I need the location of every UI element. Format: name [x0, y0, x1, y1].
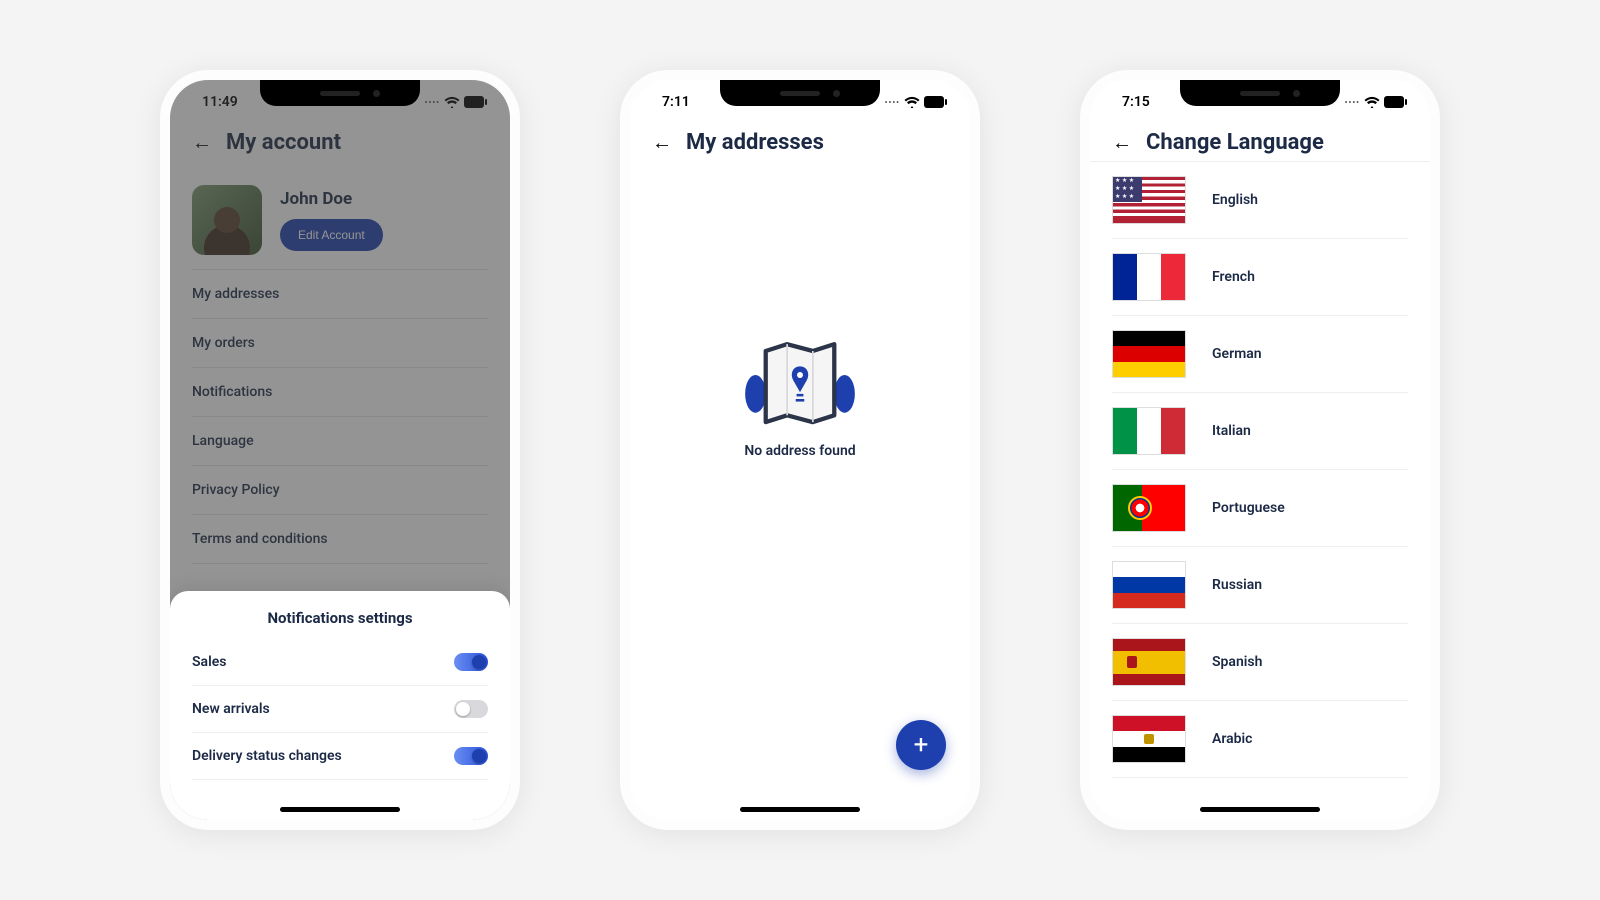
toggle-switch[interactable]: [454, 747, 488, 765]
language-item[interactable]: Russian: [1112, 547, 1408, 624]
language-label: English: [1212, 192, 1258, 208]
ru-flag-icon: [1112, 561, 1186, 609]
status-icons: ••••: [885, 96, 948, 108]
status-time: 7:15: [1122, 94, 1150, 110]
language-label: Portuguese: [1212, 500, 1285, 516]
empty-state: No address found: [630, 165, 970, 625]
toggle-label: Delivery status changes: [192, 748, 342, 764]
battery-icon: [924, 96, 948, 108]
language-label: French: [1212, 269, 1255, 285]
toggle-row: Sales: [192, 639, 488, 686]
page-title: My addresses: [686, 130, 824, 155]
us-flag-icon: [1112, 176, 1186, 224]
language-item[interactable]: Portuguese: [1112, 470, 1408, 547]
back-icon[interactable]: ←: [652, 130, 672, 155]
back-icon[interactable]: ←: [1112, 130, 1132, 155]
page-header: ← My addresses: [630, 114, 970, 165]
notch: [260, 80, 420, 106]
de-flag-icon: [1112, 330, 1186, 378]
language-list: English French German Italian Portuguese Russ…: [1090, 161, 1430, 778]
signal-icon: ••••: [1345, 98, 1360, 107]
home-indicator[interactable]: [280, 807, 400, 812]
fr-flag-icon: [1112, 253, 1186, 301]
language-label: Arabic: [1212, 731, 1252, 747]
sheet-title: Notifications settings: [192, 609, 488, 627]
notifications-sheet: Notifications settings Sales New arrivals…: [170, 591, 510, 820]
toggle-row: New arrivals: [192, 686, 488, 733]
add-address-button[interactable]: +: [896, 720, 946, 770]
language-label: Spanish: [1212, 654, 1262, 670]
language-item[interactable]: Spanish: [1112, 624, 1408, 701]
language-item[interactable]: English: [1112, 162, 1408, 239]
language-label: German: [1212, 346, 1262, 362]
status-time: 7:11: [662, 94, 690, 110]
home-indicator[interactable]: [740, 807, 860, 812]
language-label: Russian: [1212, 577, 1262, 593]
language-item[interactable]: Arabic: [1112, 701, 1408, 778]
page-header: ← Change Language: [1090, 114, 1430, 161]
phone-my-account: 11:49 •••• ← My account John Doe Edit Ac…: [160, 70, 520, 830]
notch: [720, 80, 880, 106]
toggle-switch[interactable]: [454, 700, 488, 718]
toggle-label: Sales: [192, 654, 226, 670]
empty-state-text: No address found: [744, 443, 855, 459]
notch: [1180, 80, 1340, 106]
phone-my-addresses: 7:11 •••• ← My addresses No address foun…: [620, 70, 980, 830]
it-flag-icon: [1112, 407, 1186, 455]
signal-icon: ••••: [885, 98, 900, 107]
phone-change-language: 7:15 •••• ← Change Language English Frenc…: [1080, 70, 1440, 830]
language-label: Italian: [1212, 423, 1251, 439]
language-item[interactable]: French: [1112, 239, 1408, 316]
page-title: Change Language: [1146, 130, 1324, 155]
language-item[interactable]: Italian: [1112, 393, 1408, 470]
map-illustration-icon: [740, 331, 860, 431]
language-item[interactable]: German: [1112, 316, 1408, 393]
eg-flag-icon: [1112, 715, 1186, 763]
toggle-label: New arrivals: [192, 701, 270, 717]
plus-icon: +: [914, 730, 929, 760]
wifi-icon: [1364, 96, 1380, 108]
home-indicator[interactable]: [1200, 807, 1320, 812]
toggle-switch[interactable]: [454, 653, 488, 671]
toggle-row: Delivery status changes: [192, 733, 488, 780]
pt-flag-icon: [1112, 484, 1186, 532]
wifi-icon: [904, 96, 920, 108]
status-icons: ••••: [1345, 96, 1408, 108]
es-flag-icon: [1112, 638, 1186, 686]
battery-icon: [1384, 96, 1408, 108]
